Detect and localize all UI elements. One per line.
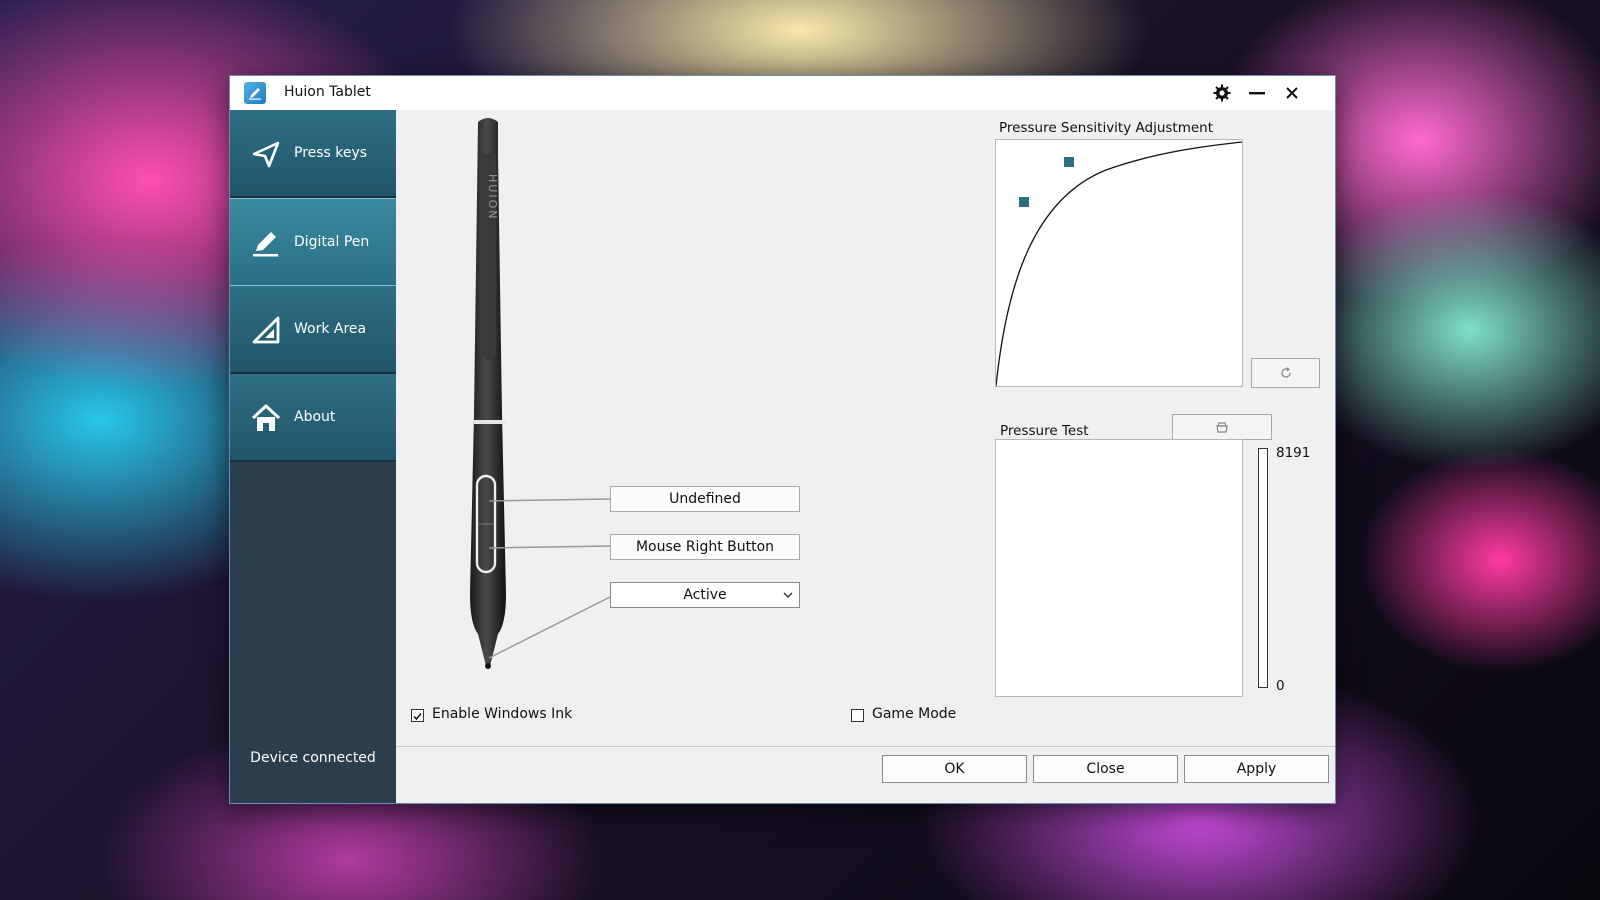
minimize-icon: [1249, 92, 1265, 95]
footer-divider: [396, 746, 1335, 747]
close-label: Close: [1086, 761, 1125, 777]
ok-button[interactable]: OK: [882, 755, 1027, 783]
lower-button-label: Mouse Right Button: [635, 539, 775, 555]
pressure-level-meter: [1258, 448, 1268, 688]
pressure-sensitivity-title: Pressure Sensitivity Adjustment: [999, 120, 1214, 136]
sidebar-item-digital-pen[interactable]: Digital Pen: [230, 198, 396, 286]
clear-pressure-test-button[interactable]: [1172, 414, 1272, 440]
pen-tip-mode-select[interactable]: Active: [610, 582, 800, 608]
reset-curve-button[interactable]: [1251, 358, 1320, 388]
sidebar-item-label: Digital Pen: [294, 234, 370, 250]
pressure-max-label: 8191: [1276, 445, 1311, 461]
sidebar-item-press-keys[interactable]: Press keys: [230, 110, 396, 198]
huion-tablet-window: Huion Tablet Press keys Digital Pen Work…: [229, 75, 1336, 804]
tip-mode-value: Active: [683, 587, 727, 603]
settings-button[interactable]: [1210, 82, 1234, 104]
apply-button[interactable]: Apply: [1184, 755, 1329, 783]
button-leader-lines: [488, 498, 611, 659]
sidebar-item-work-area[interactable]: Work Area: [230, 286, 396, 374]
apply-label: Apply: [1236, 761, 1277, 777]
pressure-curve: [995, 141, 1243, 387]
pressure-test-canvas[interactable]: [995, 439, 1243, 697]
pen-upper-button-mapping[interactable]: Undefined: [610, 486, 800, 512]
sidebar: Press keys Digital Pen Work Area About D…: [230, 110, 396, 803]
close-window-button[interactable]: [1280, 82, 1304, 104]
windows-ink-label: Enable Windows Ink: [432, 706, 573, 722]
digital-pen-panel: HUION Undefined Mouse Right Button Activ…: [396, 110, 1335, 803]
sidebar-item-label: About: [294, 409, 336, 425]
pressure-curve-graph[interactable]: [995, 139, 1243, 387]
huion-app-icon: [244, 82, 266, 104]
game-mode-checkbox[interactable]: [851, 709, 864, 722]
eraser-icon: [1216, 422, 1228, 433]
curve-control-point[interactable]: [1064, 157, 1074, 167]
sidebar-item-about[interactable]: About: [230, 374, 396, 462]
sidebar-item-label: Press keys: [294, 145, 368, 161]
ok-label: OK: [944, 761, 965, 777]
pressure-min-label: 0: [1276, 678, 1285, 694]
send-arrow-icon: [252, 141, 280, 168]
close-button[interactable]: Close: [1033, 755, 1178, 783]
close-icon: [1286, 87, 1298, 99]
windows-ink-checkbox[interactable]: [411, 709, 424, 722]
curve-control-point[interactable]: [1019, 197, 1029, 207]
home-icon: [251, 404, 281, 431]
upper-button-label: Undefined: [669, 491, 741, 507]
reset-icon: [1280, 367, 1291, 378]
pen-icon: [253, 232, 278, 257]
pressure-test-title: Pressure Test: [1000, 423, 1089, 439]
triangle-ruler-icon: [252, 316, 280, 344]
sidebar-item-label: Work Area: [294, 321, 367, 337]
checkmark-icon: [413, 713, 422, 721]
title-bar: Huion Tablet: [230, 76, 1335, 110]
gear-icon: [1213, 84, 1231, 102]
minimize-button[interactable]: [1245, 82, 1269, 104]
game-mode-label: Game Mode: [872, 706, 957, 722]
device-status: Device connected: [250, 750, 376, 766]
window-title: Huion Tablet: [284, 84, 371, 100]
pen-lower-button-mapping[interactable]: Mouse Right Button: [610, 534, 800, 560]
chevron-down-icon: [783, 592, 793, 598]
